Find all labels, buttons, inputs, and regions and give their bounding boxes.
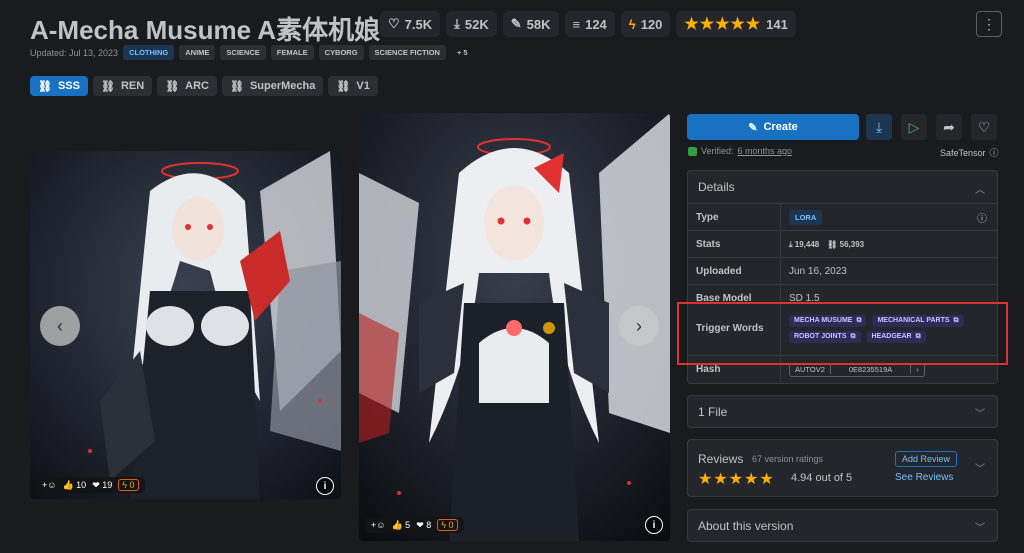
model-title: A-Mecha Musume A素体机娘	[30, 15, 381, 45]
version-tab-v1[interactable]: ⛓ V1	[328, 76, 378, 96]
generations-stat: ✎ 58K	[502, 11, 559, 37]
add-reaction-icon[interactable]: +☺	[371, 520, 385, 530]
chevron-left-icon: ‹	[57, 315, 63, 336]
detail-row-type: Type LORA ⓘ	[688, 203, 997, 231]
like-button[interactable]: ♡	[971, 114, 997, 140]
chevron-right-icon: ›	[636, 315, 642, 336]
likes-stat[interactable]: ♡ 7.5K	[380, 11, 441, 37]
more-menu-button[interactable]: ⋮	[976, 11, 1002, 37]
see-reviews-link[interactable]: See Reviews	[895, 472, 953, 483]
thumbs-up-reaction[interactable]: 👍 5	[391, 520, 410, 531]
meta-row: Updated: Jul 13, 2023 CLOTHING ANIME SCI…	[30, 45, 474, 60]
tag-chip[interactable]: FEMALE	[270, 45, 314, 60]
gallery-prev-button[interactable]: ‹	[40, 306, 80, 346]
chevron-up-icon[interactable]: ︿	[975, 181, 985, 196]
add-review-button[interactable]: Add Review	[895, 451, 958, 467]
link-icon: ⛓	[100, 80, 115, 93]
run-button[interactable]: ▷	[901, 114, 927, 140]
rating-stat[interactable]: ★★★★★ 141	[676, 11, 796, 37]
image-reactions-main: +☺ 👍 5 ❤ 8 ϟ 0	[365, 517, 464, 533]
highlight-box	[677, 302, 1008, 365]
details-header[interactable]: Details	[698, 180, 735, 194]
buzz-tip-button[interactable]: ϟ 0	[437, 519, 458, 531]
share-button[interactable]: ➦	[936, 114, 962, 140]
tag-chip[interactable]: SCIENCE	[220, 45, 266, 60]
thumbs-up-reaction[interactable]: 👍 10	[62, 480, 86, 491]
downloads-stat: ⤓ 52K	[446, 11, 497, 37]
heart-reaction[interactable]: ❤ 19	[92, 480, 112, 491]
updated-date: Updated: Jul 13, 2023	[30, 47, 119, 58]
version-tabs: ⛓ SSS ⛓ REN ⛓ ARC ⛓ SuperMecha ⛓ V1	[30, 76, 378, 96]
download-icon: ⤓	[454, 16, 460, 31]
shield-check-icon	[688, 146, 697, 156]
version-tab-ren[interactable]: ⛓ REN	[92, 76, 153, 96]
version-tab-sss[interactable]: ⛓ SSS	[30, 76, 88, 96]
ratings-count: 67 version ratings	[752, 454, 824, 464]
heart-reaction[interactable]: ❤ 8	[416, 520, 431, 531]
tag-chip[interactable]: ANIME	[179, 45, 216, 60]
collections-stat[interactable]: ≡ 124	[564, 11, 615, 37]
download-icon: ⤓	[875, 118, 883, 135]
star-rating-icon: ★★★★★	[698, 471, 775, 488]
share-icon: ➦	[943, 118, 955, 135]
generation-count: ⛓ 56,393	[827, 240, 865, 249]
playlist-icon: ≡	[572, 16, 581, 32]
download-count: ⤓ 19,448	[789, 239, 820, 249]
version-tab-supermecha[interactable]: ⛓ SuperMecha	[222, 76, 324, 96]
safetensor-label: SafeTensor ⓘ	[940, 146, 999, 159]
hash-type[interactable]: AUTOV2	[790, 365, 831, 374]
buzz-stat[interactable]: ϟ 120	[620, 11, 671, 37]
link-icon: ⛓	[165, 80, 180, 93]
version-tab-arc[interactable]: ⛓ ARC	[157, 76, 217, 96]
score-text: 4.94 out of 5	[791, 472, 853, 484]
reviews-label: Reviews	[698, 452, 744, 466]
chevron-right-icon[interactable]: ›	[910, 365, 924, 374]
about-version-section[interactable]: About this version ﹀	[687, 509, 998, 542]
chevron-down-icon: ﹀	[975, 523, 985, 534]
image-info-icon[interactable]: i	[645, 516, 663, 534]
play-icon: ▷	[908, 118, 920, 135]
files-section[interactable]: 1 File ﹀	[687, 395, 998, 428]
tag-chip[interactable]: CLOTHING	[123, 45, 175, 60]
hash-value[interactable]: 0E8235519A	[831, 365, 910, 374]
help-icon[interactable]: ⓘ	[990, 146, 999, 159]
type-badge: LORA	[789, 210, 823, 225]
star-rating-icon: ★★★★★	[684, 16, 762, 33]
brush-icon: ✎	[748, 121, 758, 134]
chevron-down-icon: ﹀	[975, 409, 985, 420]
heart-icon: ♡	[388, 16, 400, 31]
buzz-tip-button[interactable]: ϟ 0	[118, 479, 139, 491]
detail-row-base-model: Base Model SD 1.5	[688, 284, 997, 303]
info-icon[interactable]: ⓘ	[977, 210, 987, 225]
download-button[interactable]: ⤓	[866, 114, 892, 140]
tag-chip[interactable]: CYBORG	[318, 45, 364, 60]
more-tags-chip[interactable]: + 5	[451, 45, 474, 60]
verified-row: Verified: 6 months ago	[688, 146, 792, 156]
dots-vertical-icon: ⋮	[982, 15, 996, 32]
brush-icon: ✎	[510, 16, 522, 31]
bolt-icon: ϟ	[628, 16, 636, 32]
image-reactions-left: +☺ 👍 10 ❤ 19 ϟ 0	[36, 477, 145, 493]
heart-icon: ♡	[977, 118, 991, 135]
reviews-section: Reviews 67 version ratings ★★★★★ 4.94 ou…	[687, 439, 998, 497]
link-icon: ⛓	[38, 80, 52, 93]
link-icon: ⛓	[336, 80, 351, 93]
gallery-next-button[interactable]: ›	[619, 306, 659, 346]
image-info-icon[interactable]: i	[316, 477, 334, 495]
tag-chip[interactable]: SCIENCE FICTION	[368, 45, 446, 60]
link-icon: ⛓	[230, 80, 244, 93]
detail-row-uploaded: Uploaded Jun 16, 2023	[688, 257, 997, 285]
stats-bar: ♡ 7.5K ⤓ 52K ✎ 58K ≡ 124 ϟ 120 ★★★★★ 141	[380, 11, 796, 37]
add-reaction-icon[interactable]: +☺	[42, 480, 56, 490]
detail-row-stats: Stats ⤓ 19,448 ⛓ 56,393	[688, 230, 997, 258]
create-button[interactable]: ✎ Create	[687, 114, 859, 140]
chevron-down-icon[interactable]: ﹀	[975, 460, 985, 475]
